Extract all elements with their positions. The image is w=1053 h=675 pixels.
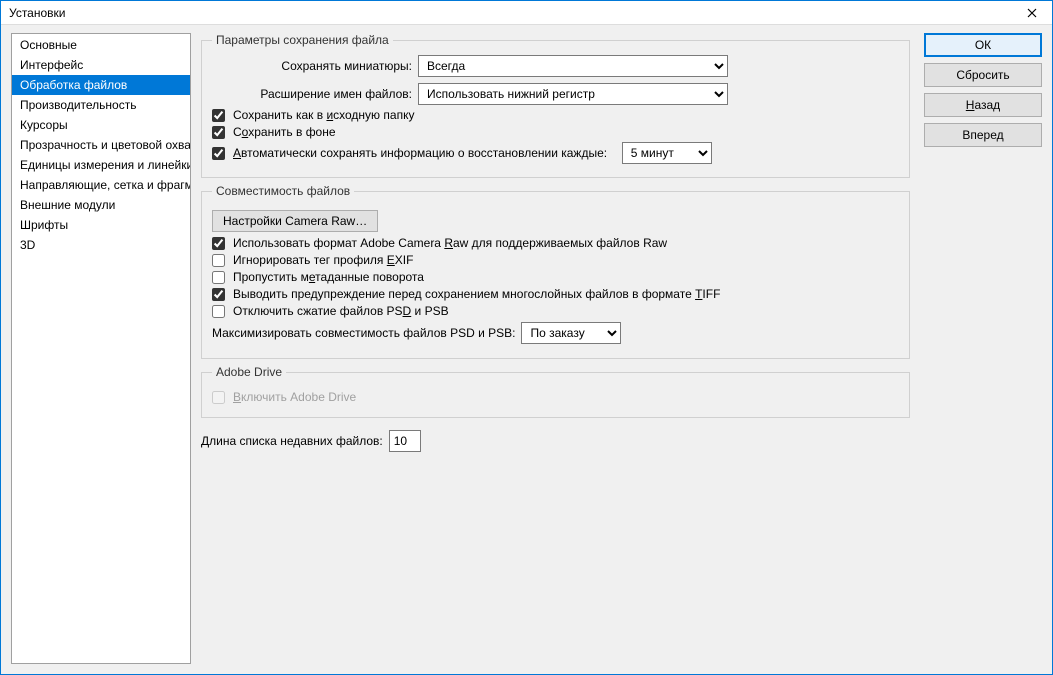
sidebar-item-general[interactable]: Основные <box>12 35 190 55</box>
autosave-interval-select[interactable]: 5 минут <box>622 142 712 164</box>
sidebar-item-label: 3D <box>20 238 35 252</box>
close-button[interactable] <box>1012 1 1052 25</box>
reset-button-label: Сбросить <box>956 68 1009 82</box>
preferences-window: Установки Основные Интерфейс Обработка ф… <box>0 0 1053 675</box>
sidebar-item-interface[interactable]: Интерфейс <box>12 55 190 75</box>
adobe-drive-legend: Adobe Drive <box>212 365 286 379</box>
prev-button-label: Назад <box>966 98 1000 112</box>
sidebar-item-label: Шрифты <box>20 218 68 232</box>
next-button-label: Вперед <box>962 128 1003 142</box>
recent-files-label: Длина списка недавних файлов: <box>201 434 383 448</box>
sidebar-item-3d[interactable]: 3D <box>12 235 190 255</box>
skip-rotation-metadata-checkbox[interactable] <box>212 271 225 284</box>
maximize-compat-label: Максимизировать совместимость файлов PSD… <box>212 326 515 340</box>
save-in-background-label[interactable]: Сохранить в фоне <box>233 125 336 139</box>
sidebar-item-label: Основные <box>20 38 77 52</box>
sidebar-item-units[interactable]: Единицы измерения и линейки <box>12 155 190 175</box>
sidebar-item-label: Интерфейс <box>20 58 83 72</box>
reset-button[interactable]: Сбросить <box>924 63 1042 87</box>
sidebar-item-performance[interactable]: Производительность <box>12 95 190 115</box>
sidebar-item-label: Единицы измерения и линейки <box>20 158 190 172</box>
close-icon <box>1027 8 1037 18</box>
prev-button[interactable]: Назад <box>924 93 1042 117</box>
recent-files-input[interactable] <box>389 430 421 452</box>
sidebar-item-label: Производительность <box>20 98 136 112</box>
file-compatibility-group: Совместимость файлов Настройки Camera Ra… <box>201 184 910 359</box>
enable-adobe-drive-checkbox <box>212 391 225 404</box>
autosave-label[interactable]: Автоматически сохранять информацию о вос… <box>233 146 607 160</box>
ok-button[interactable]: ОК <box>924 33 1042 57</box>
ignore-exif-checkbox[interactable] <box>212 254 225 267</box>
disable-psd-compression-label[interactable]: Отключить сжатие файлов PSD и PSB <box>233 304 449 318</box>
next-button[interactable]: Вперед <box>924 123 1042 147</box>
sidebar-item-label: Внешние модули <box>20 198 115 212</box>
sidebar-item-guides[interactable]: Направляющие, сетка и фрагменты <box>12 175 190 195</box>
titlebar: Установки <box>1 1 1052 25</box>
sidebar-item-type[interactable]: Шрифты <box>12 215 190 235</box>
category-sidebar: Основные Интерфейс Обработка файлов Прои… <box>11 33 191 664</box>
save-in-background-checkbox[interactable] <box>212 126 225 139</box>
autosave-checkbox[interactable] <box>212 147 225 160</box>
sidebar-item-label: Курсоры <box>20 118 68 132</box>
tiff-warning-label[interactable]: Выводить предупреждение перед сохранение… <box>233 287 720 301</box>
disable-psd-compression-checkbox[interactable] <box>212 305 225 318</box>
ok-button-label: ОК <box>975 38 991 52</box>
sidebar-item-label: Направляющие, сетка и фрагменты <box>20 178 190 192</box>
sidebar-item-transparency[interactable]: Прозрачность и цветовой охват <box>12 135 190 155</box>
save-as-original-folder-label[interactable]: Сохранить как в исходную папку <box>233 108 414 122</box>
window-title: Установки <box>9 6 65 20</box>
tiff-warning-checkbox[interactable] <box>212 288 225 301</box>
camera-raw-prefs-label: Настройки Camera Raw… <box>223 214 367 228</box>
skip-rotation-metadata-label[interactable]: Пропустить метаданные поворота <box>233 270 424 284</box>
sidebar-item-file-handling[interactable]: Обработка файлов <box>12 75 190 95</box>
save-as-original-folder-checkbox[interactable] <box>212 109 225 122</box>
ignore-exif-label[interactable]: Игнорировать тег профиля EXIF <box>233 253 413 267</box>
image-previews-select[interactable]: Всегда <box>418 55 728 77</box>
use-acr-label[interactable]: Использовать формат Adobe Camera Raw для… <box>233 236 667 250</box>
image-previews-label: Сохранять миниатюры: <box>212 59 412 73</box>
file-saving-group: Параметры сохранения файла Сохранять мин… <box>201 33 910 178</box>
sidebar-item-label: Прозрачность и цветовой охват <box>20 138 190 152</box>
recent-files-row: Длина списка недавних файлов: <box>201 430 910 452</box>
file-saving-legend: Параметры сохранения файла <box>212 33 393 47</box>
use-acr-checkbox[interactable] <box>212 237 225 250</box>
sidebar-item-label: Обработка файлов <box>20 78 127 92</box>
camera-raw-prefs-button[interactable]: Настройки Camera Raw… <box>212 210 378 232</box>
sidebar-item-cursors[interactable]: Курсоры <box>12 115 190 135</box>
file-extension-label: Расширение имен файлов: <box>212 87 412 101</box>
dialog-body: Основные Интерфейс Обработка файлов Прои… <box>1 25 1052 674</box>
dialog-buttons: ОК Сбросить Назад Вперед <box>924 33 1042 664</box>
file-extension-select[interactable]: Использовать нижний регистр <box>418 83 728 105</box>
file-compatibility-legend: Совместимость файлов <box>212 184 354 198</box>
adobe-drive-group: Adobe Drive Включить Adobe Drive <box>201 365 910 418</box>
sidebar-item-plugins[interactable]: Внешние модули <box>12 195 190 215</box>
main-panel: Параметры сохранения файла Сохранять мин… <box>201 33 914 664</box>
enable-adobe-drive-label: Включить Adobe Drive <box>233 390 356 404</box>
maximize-compat-select[interactable]: По заказу <box>521 322 621 344</box>
